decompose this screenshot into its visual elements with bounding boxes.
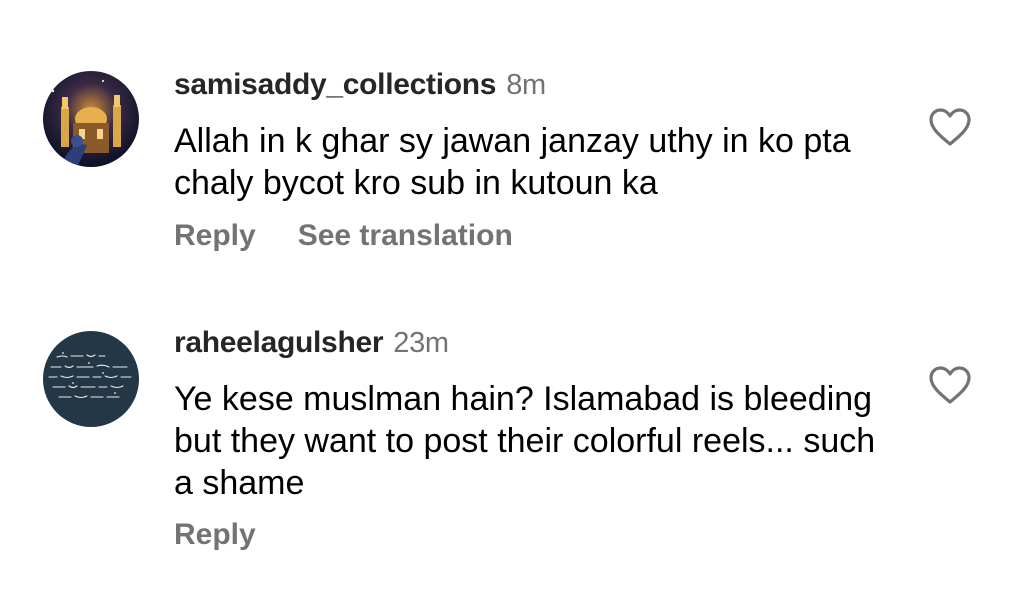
like-button[interactable] [927,106,973,148]
reply-button[interactable]: Reply [174,518,256,551]
comment-username[interactable]: raheelagulsher 23m [174,326,449,360]
comment-actions: Reply See translation [174,219,513,253]
comment-actions: Reply [174,518,256,552]
avatar[interactable] [43,331,139,427]
see-translation-button[interactable]: See translation [298,219,513,252]
avatar[interactable] [43,71,139,167]
username-text[interactable]: samisaddy_collections [174,68,496,101]
like-button[interactable] [927,364,973,406]
comment-username[interactable]: samisaddy_collections 8m [174,68,546,102]
comment-timestamp: 8m [506,69,546,101]
shrine-night-photo [43,71,139,167]
urdu-poetry-image [43,331,139,427]
comment-text: Allah in k ghar sy jawan janzay uthy in … [174,122,851,202]
username-text[interactable]: raheelagulsher [174,326,384,359]
heart-outline-icon [929,366,971,404]
comment-text: Ye kese muslman hain? Islamabad is bleed… [174,380,876,502]
comment-timestamp: 23m [393,327,449,359]
heart-outline-icon [929,108,971,146]
reply-button[interactable]: Reply [174,219,256,252]
